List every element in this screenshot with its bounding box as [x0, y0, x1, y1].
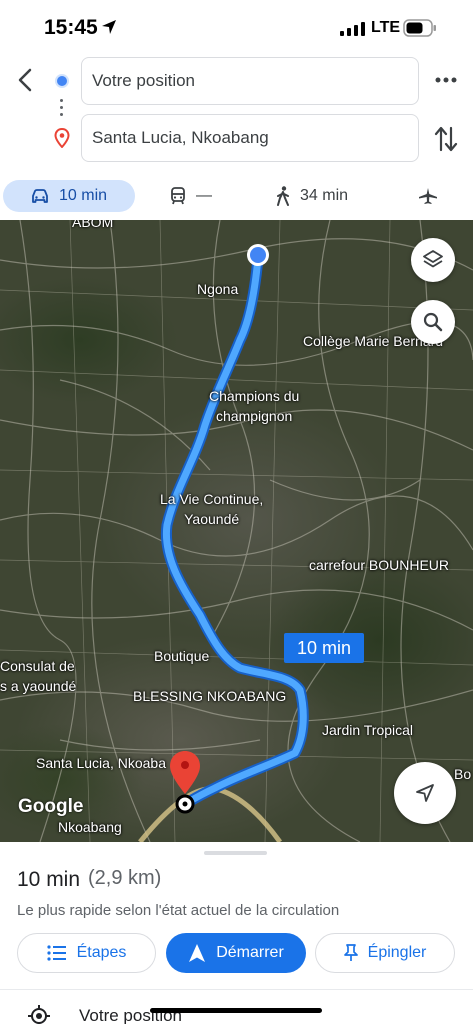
status-bar: 15:45 LTE	[0, 0, 473, 56]
map-label-carrefour: carrefour BOUNHEUR	[309, 557, 450, 573]
mode-car-label: 10 min	[59, 187, 108, 204]
pin-label: Épingler	[367, 944, 427, 961]
map-label-jardin: Jardin Tropical	[322, 722, 414, 738]
destination-pin-icon	[54, 128, 70, 148]
map-label-nkoabang: Nkoabang	[58, 819, 122, 835]
pin-icon	[343, 944, 358, 961]
signal-icon	[340, 22, 365, 36]
navigation-icon	[189, 944, 206, 962]
start-button[interactable]: Démarrer	[166, 933, 306, 973]
my-location-icon	[28, 1005, 50, 1024]
flight-icon	[419, 188, 437, 204]
more-options-button[interactable]	[432, 68, 460, 92]
more-horizontal-icon	[435, 77, 457, 83]
steps-button[interactable]: Étapes	[17, 933, 156, 973]
map-label-abom: ABOM	[72, 220, 114, 230]
origin-field[interactable]: Votre position	[81, 57, 419, 105]
satellite-texture	[0, 220, 473, 842]
home-indicator[interactable]	[150, 1008, 322, 1013]
mode-tab-walk[interactable]: 34 min	[276, 180, 348, 212]
route-distance: (2,9 km)	[88, 867, 162, 889]
map-label-consulat: Consulat de s a yaoundé	[0, 658, 77, 694]
google-watermark: Google	[18, 796, 84, 817]
mode-tab-transit[interactable]: —	[170, 180, 212, 212]
route-duration: 10 min	[17, 868, 81, 891]
battery-icon	[403, 19, 436, 37]
destination-field[interactable]: Santa Lucia, Nkoabang	[81, 114, 419, 162]
start-label: Démarrer	[216, 944, 284, 961]
recenter-button[interactable]	[394, 762, 456, 824]
map-label-santa-lucia: Santa Lucia, Nkoaba	[36, 755, 166, 771]
route-bottom-sheet: 10 min (2,9 km) Le plus rapide selon l'é…	[0, 842, 473, 1024]
map-label-blessing: BLESSING NKOABANG	[133, 688, 287, 704]
map-label-champions: Champions du champignon	[209, 388, 300, 424]
car-icon	[32, 189, 48, 203]
location-arrow-icon	[102, 20, 116, 34]
route-dots-icon	[60, 99, 64, 119]
map-label-bo: Bo	[454, 766, 472, 782]
origin-dot-icon	[55, 74, 69, 88]
back-button[interactable]	[12, 66, 38, 94]
route-description: Le plus rapide selon l'état actuel de la…	[17, 902, 340, 919]
route-time-bubble[interactable]: 10 min	[284, 633, 364, 663]
steps-label: Étapes	[76, 944, 127, 961]
mode-walk-label: 34 min	[300, 187, 349, 204]
navigation-arrow-icon	[416, 784, 434, 802]
map-label-ngona: Ngona	[197, 281, 239, 297]
network-type: LTE	[371, 19, 401, 36]
travel-mode-tabs: 10 min — 34 min	[0, 172, 473, 218]
map-view[interactable]: ABOM Ngona Collège Marie Bernard Champio…	[0, 220, 473, 842]
mode-tab-flight[interactable]	[418, 180, 448, 212]
map-label-boutique: Boutique	[154, 648, 210, 664]
back-arrow-icon	[18, 68, 32, 92]
pin-button[interactable]: Épingler	[315, 933, 455, 973]
sheet-drag-handle[interactable]	[204, 851, 267, 855]
step-item-origin[interactable]: Votre position	[0, 1002, 473, 1024]
map-label-la-vie: La Vie Continue, Yaoundé	[160, 491, 264, 527]
search-map-button[interactable]	[411, 300, 455, 344]
search-icon	[423, 312, 443, 332]
transit-icon	[171, 187, 185, 205]
walk-icon	[277, 186, 289, 206]
list-icon	[46, 945, 66, 961]
swap-directions-button[interactable]	[432, 124, 460, 154]
layers-icon	[423, 250, 443, 268]
status-time: 15:45	[44, 16, 98, 39]
mode-tab-car[interactable]: 10 min	[3, 180, 135, 212]
layers-button[interactable]	[411, 238, 455, 282]
sheet-divider	[0, 989, 473, 990]
mode-transit-label: —	[196, 187, 212, 204]
